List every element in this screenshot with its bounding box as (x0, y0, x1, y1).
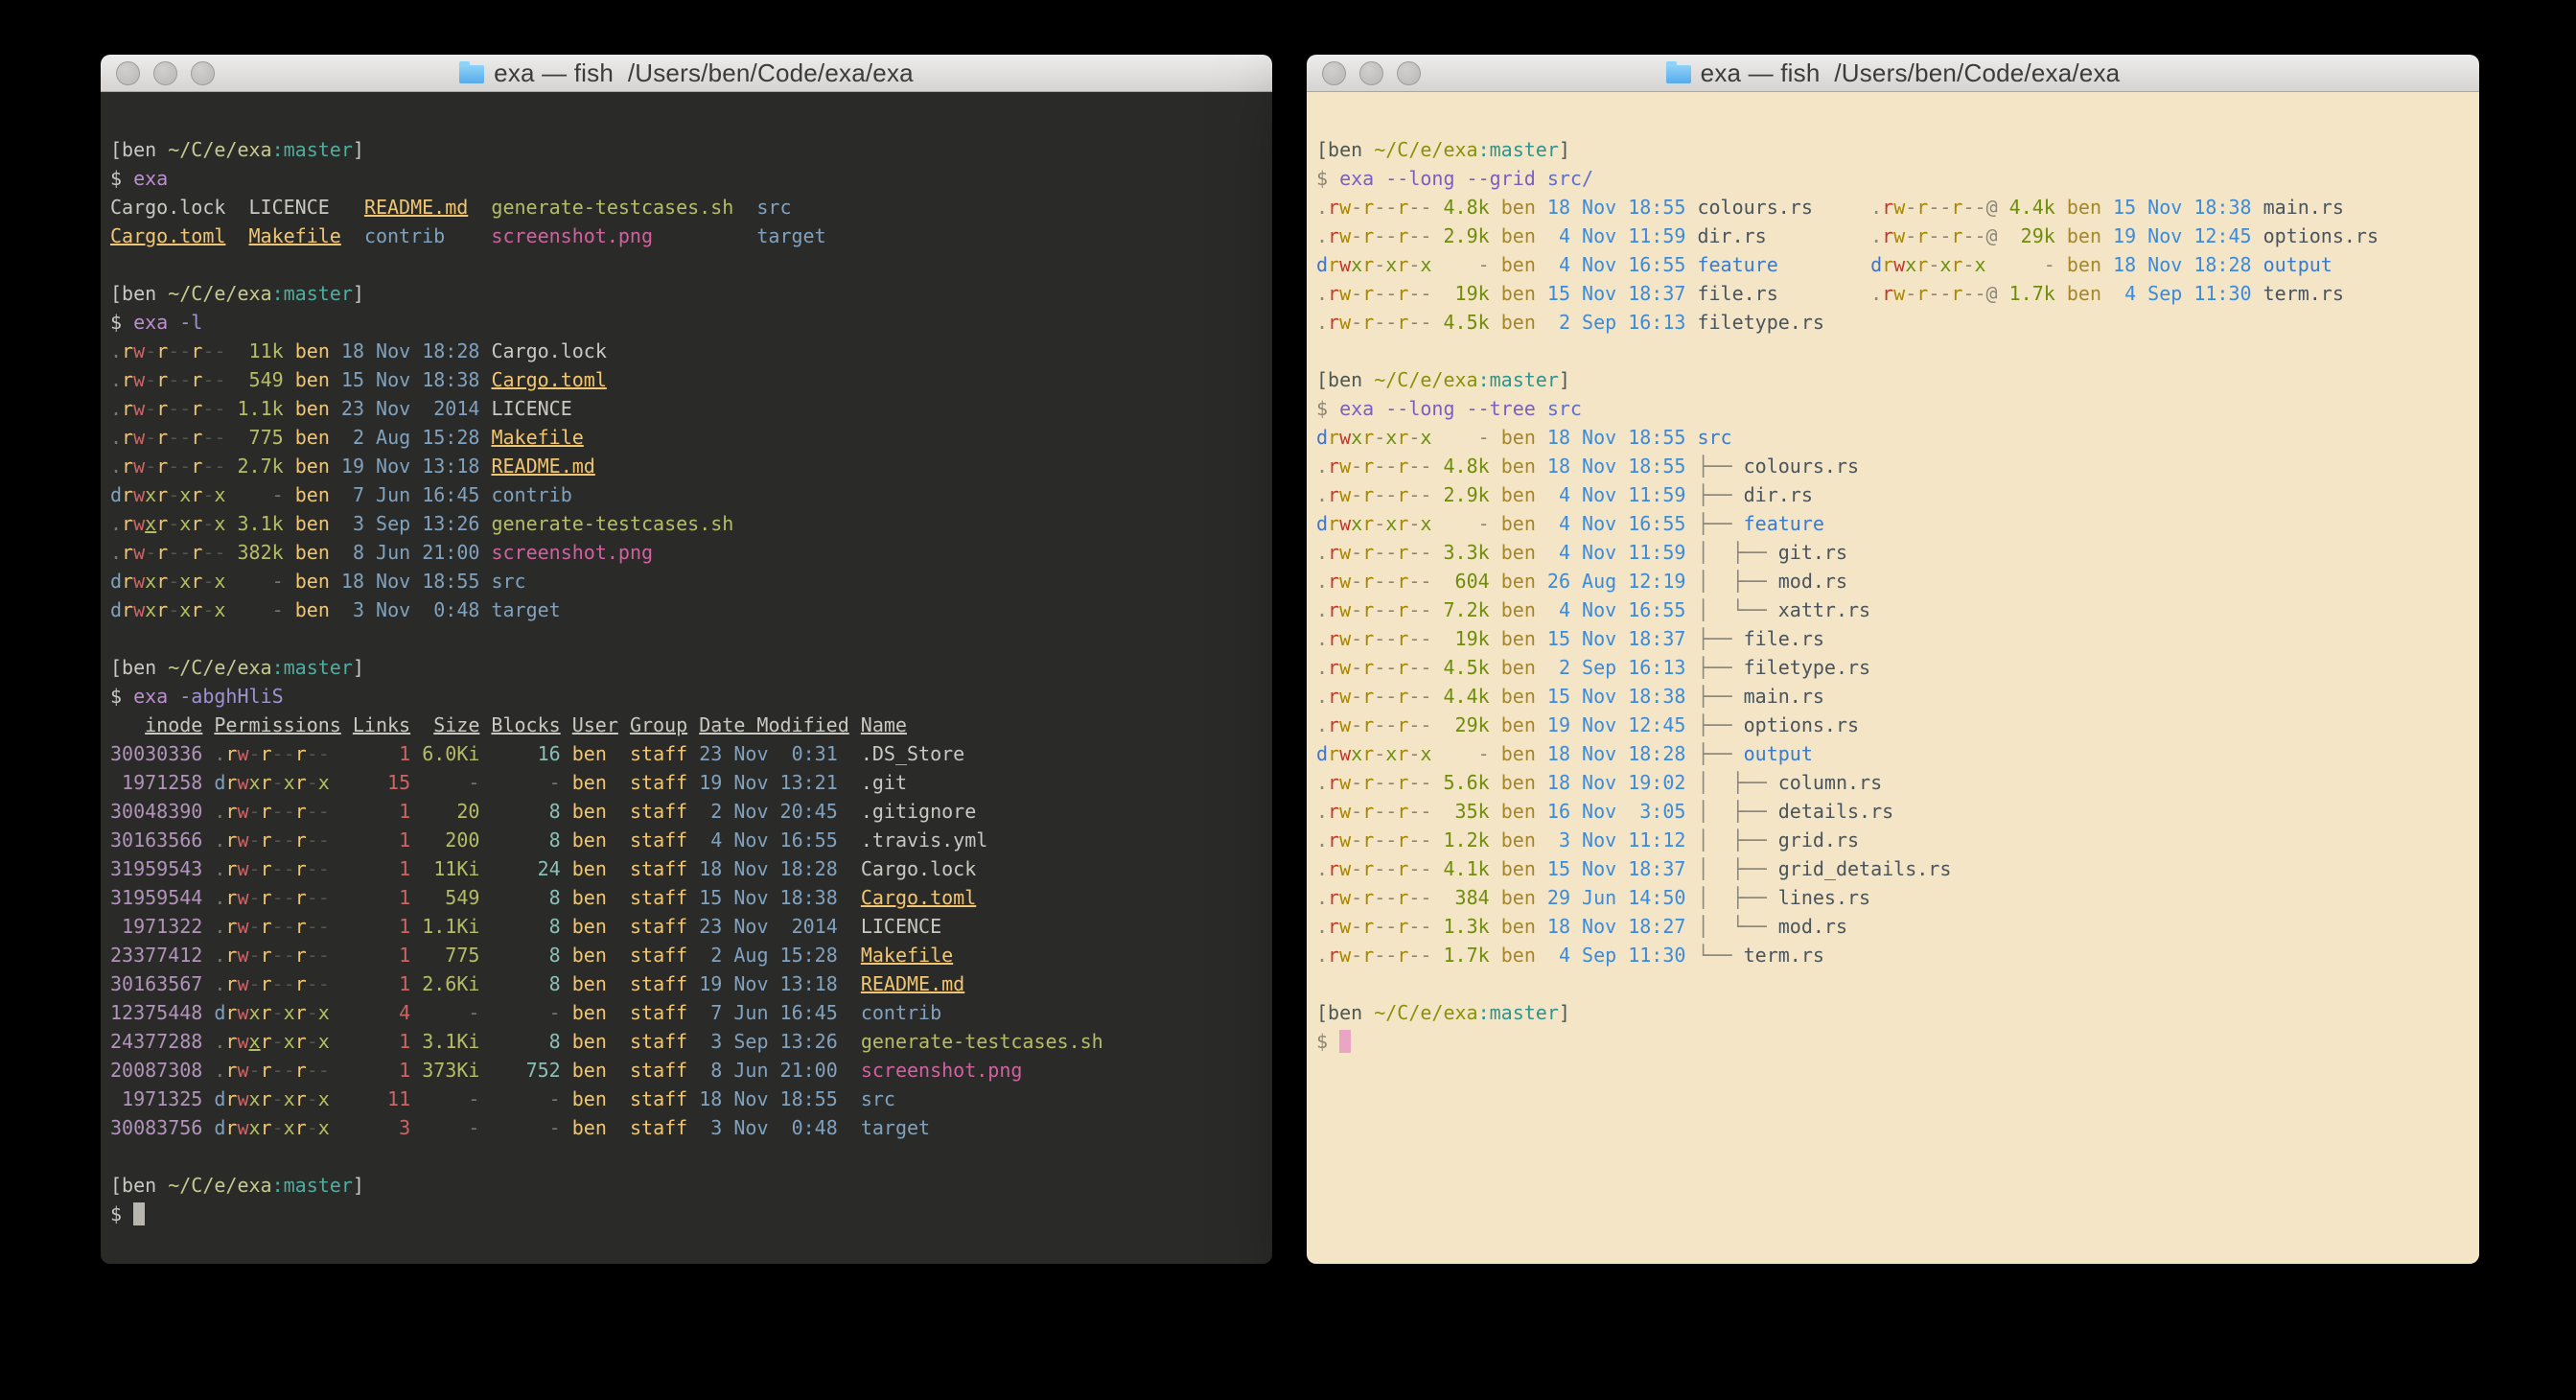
terminal-line: [ben ~/C/e/exa:master] (1316, 365, 2479, 394)
close-button[interactable] (116, 61, 140, 85)
terminal-line: $ exa -abghHliS (110, 682, 1272, 711)
traffic-lights (116, 55, 215, 91)
terminal-line: Cargo.lock LICENCE README.md generate-te… (110, 193, 1272, 222)
zoom-button[interactable] (191, 61, 215, 85)
minimize-button[interactable] (153, 61, 177, 85)
titlebar-right[interactable]: exa — fish /Users/ben/Code/exa/exa (1307, 55, 2479, 92)
terminal-line: .rw-r--r-- 1.7k ben 4 Sep 11:30 └── term… (1316, 941, 2479, 969)
terminal-window-right: exa — fish /Users/ben/Code/exa/exa [ben … (1307, 55, 2479, 1264)
terminal-line (1316, 969, 2479, 998)
terminal-line: .rwxr-xr-x 3.1k ben 3 Sep 13:26 generate… (110, 509, 1272, 538)
terminal-line: drwxr-xr-x - ben 4 Nov 16:55 feature drw… (1316, 250, 2479, 279)
terminal-line: .rw-r--r-- 2.9k ben 4 Nov 11:59 ├── dir.… (1316, 480, 2479, 509)
terminal-line: $ exa --long --grid src/ (1316, 164, 2479, 193)
terminal-line: drwxr-xr-x - ben 18 Nov 18:55 src (110, 567, 1272, 595)
terminal-line: .rw-r--r-- 3.3k ben 4 Nov 11:59 │ ├── gi… (1316, 538, 2479, 567)
terminal-line: .rw-r--r-- 4.8k ben 18 Nov 18:55 ├── col… (1316, 452, 2479, 480)
terminal-line: 31959544 .rw-r--r-- 1 549 8 ben staff 15… (110, 883, 1272, 912)
terminal-output-dark[interactable]: [ben ~/C/e/exa:master]$ exaCargo.lock LI… (101, 92, 1272, 1264)
terminal-line: $ (1316, 1027, 2479, 1056)
title-group: exa — fish /Users/ben/Code/exa/exa (459, 58, 914, 88)
terminal-line: .rw-r--r-- 1.3k ben 18 Nov 18:27 │ └── m… (1316, 912, 2479, 941)
terminal-line: $ exa --long --tree src (1316, 394, 2479, 423)
terminal-output-light[interactable]: [ben ~/C/e/exa:master]$ exa --long --gri… (1307, 92, 2479, 1264)
terminal-line: [ben ~/C/e/exa:master] (1316, 135, 2479, 164)
terminal-line: 31959543 .rw-r--r-- 1 11Ki 24 ben staff … (110, 854, 1272, 883)
terminal-line: Cargo.toml Makefile contrib screenshot.p… (110, 222, 1272, 250)
terminal-line: .rw-r--r-- 4.5k ben 2 Sep 16:13 ├── file… (1316, 653, 2479, 682)
terminal-line: .rw-r--r-- 1.1k ben 23 Nov 2014 LICENCE (110, 394, 1272, 423)
terminal-line: .rw-r--r-- 29k ben 19 Nov 12:45 ├── opti… (1316, 711, 2479, 739)
terminal-line: .rw-r--r-- 19k ben 15 Nov 18:37 file.rs … (1316, 279, 2479, 308)
terminal-line: [ben ~/C/e/exa:master] (110, 653, 1272, 682)
terminal-line: 20087308 .rw-r--r-- 1 373Ki 752 ben staf… (110, 1056, 1272, 1085)
terminal-line: .rw-r--r-- 1.2k ben 3 Nov 11:12 │ ├── gr… (1316, 826, 2479, 854)
terminal-line: .rw-r--r-- 35k ben 16 Nov 3:05 │ ├── det… (1316, 797, 2479, 826)
folder-icon (459, 65, 484, 83)
terminal-line (110, 250, 1272, 279)
window-title: exa — fish /Users/ben/Code/exa/exa (494, 58, 914, 88)
terminal-line: [ben ~/C/e/exa:master] (110, 135, 1272, 164)
terminal-line: 23377412 .rw-r--r-- 1 775 8 ben staff 2 … (110, 941, 1272, 969)
terminal-line: 30163566 .rw-r--r-- 1 200 8 ben staff 4 … (110, 826, 1272, 854)
terminal-line: $ exa (110, 164, 1272, 193)
terminal-line: .rw-r--r-- 604 ben 26 Aug 12:19 │ ├── mo… (1316, 567, 2479, 595)
terminal-window-left: exa — fish /Users/ben/Code/exa/exa [ben … (101, 55, 1272, 1264)
terminal-line: .rw-r--r-- 384 ben 29 Jun 14:50 │ ├── li… (1316, 883, 2479, 912)
terminal-line: 1971325 drwxr-xr-x 11 - - ben staff 18 N… (110, 1085, 1272, 1113)
titlebar-left[interactable]: exa — fish /Users/ben/Code/exa/exa (101, 55, 1272, 92)
terminal-line: .rw-r--r-- 4.1k ben 15 Nov 18:37 │ ├── g… (1316, 854, 2479, 883)
folder-icon (1666, 65, 1691, 83)
terminal-line: .rw-r--r-- 549 ben 15 Nov 18:38 Cargo.to… (110, 365, 1272, 394)
terminal-line (1316, 337, 2479, 365)
terminal-line: 24377288 .rwxr-xr-x 1 3.1Ki 8 ben staff … (110, 1027, 1272, 1056)
terminal-line: [ben ~/C/e/exa:master] (110, 279, 1272, 308)
title-group: exa — fish /Users/ben/Code/exa/exa (1666, 58, 2121, 88)
terminal-line: .rw-r--r-- 11k ben 18 Nov 18:28 Cargo.lo… (110, 337, 1272, 365)
terminal-line (110, 624, 1272, 653)
terminal-line: inode Permissions Links Size Blocks User… (110, 711, 1272, 739)
terminal-line: drwxr-xr-x - ben 7 Jun 16:45 contrib (110, 480, 1272, 509)
terminal-line: drwxr-xr-x - ben 18 Nov 18:55 src (1316, 423, 2479, 452)
terminal-line: .rw-r--r-- 4.5k ben 2 Sep 16:13 filetype… (1316, 308, 2479, 337)
terminal-line: 30030336 .rw-r--r-- 1 6.0Ki 16 ben staff… (110, 739, 1272, 768)
terminal-line: .rw-r--r-- 19k ben 15 Nov 18:37 ├── file… (1316, 624, 2479, 653)
minimize-button[interactable] (1359, 61, 1383, 85)
terminal-line: .rw-r--r-- 5.6k ben 18 Nov 19:02 │ ├── c… (1316, 768, 2479, 797)
terminal-line: .rw-r--r-- 382k ben 8 Jun 21:00 screensh… (110, 538, 1272, 567)
traffic-lights (1322, 55, 1421, 91)
close-button[interactable] (1322, 61, 1346, 85)
terminal-line: .rw-r--r-- 2.9k ben 4 Nov 11:59 dir.rs .… (1316, 222, 2479, 250)
terminal-line: .rw-r--r-- 2.7k ben 19 Nov 13:18 README.… (110, 452, 1272, 480)
window-title: exa — fish /Users/ben/Code/exa/exa (1701, 58, 2121, 88)
terminal-line: drwxr-xr-x - ben 4 Nov 16:55 ├── feature (1316, 509, 2479, 538)
terminal-line: $ exa -l (110, 308, 1272, 337)
terminal-line: 30083756 drwxr-xr-x 3 - - ben staff 3 No… (110, 1113, 1272, 1142)
terminal-line: 1971322 .rw-r--r-- 1 1.1Ki 8 ben staff 2… (110, 912, 1272, 941)
terminal-line: .rw-r--r-- 4.4k ben 15 Nov 18:38 ├── mai… (1316, 682, 2479, 711)
terminal-line: 30163567 .rw-r--r-- 1 2.6Ki 8 ben staff … (110, 969, 1272, 998)
terminal-line: .rw-r--r-- 7.2k ben 4 Nov 16:55 │ └── xa… (1316, 595, 2479, 624)
terminal-line: 30048390 .rw-r--r-- 1 20 8 ben staff 2 N… (110, 797, 1272, 826)
terminal-line: drwxr-xr-x - ben 18 Nov 18:28 ├── output (1316, 739, 2479, 768)
terminal-line: [ben ~/C/e/exa:master] (1316, 998, 2479, 1027)
terminal-line: 1971258 drwxr-xr-x 15 - - ben staff 19 N… (110, 768, 1272, 797)
terminal-line: $ (110, 1200, 1272, 1228)
terminal-line: .rw-r--r-- 775 ben 2 Aug 15:28 Makefile (110, 423, 1272, 452)
terminal-line: [ben ~/C/e/exa:master] (110, 1171, 1272, 1200)
terminal-line: 12375448 drwxr-xr-x 4 - - ben staff 7 Ju… (110, 998, 1272, 1027)
zoom-button[interactable] (1397, 61, 1421, 85)
terminal-line (110, 1142, 1272, 1171)
terminal-line: drwxr-xr-x - ben 3 Nov 0:48 target (110, 595, 1272, 624)
terminal-line: .rw-r--r-- 4.8k ben 18 Nov 18:55 colours… (1316, 193, 2479, 222)
